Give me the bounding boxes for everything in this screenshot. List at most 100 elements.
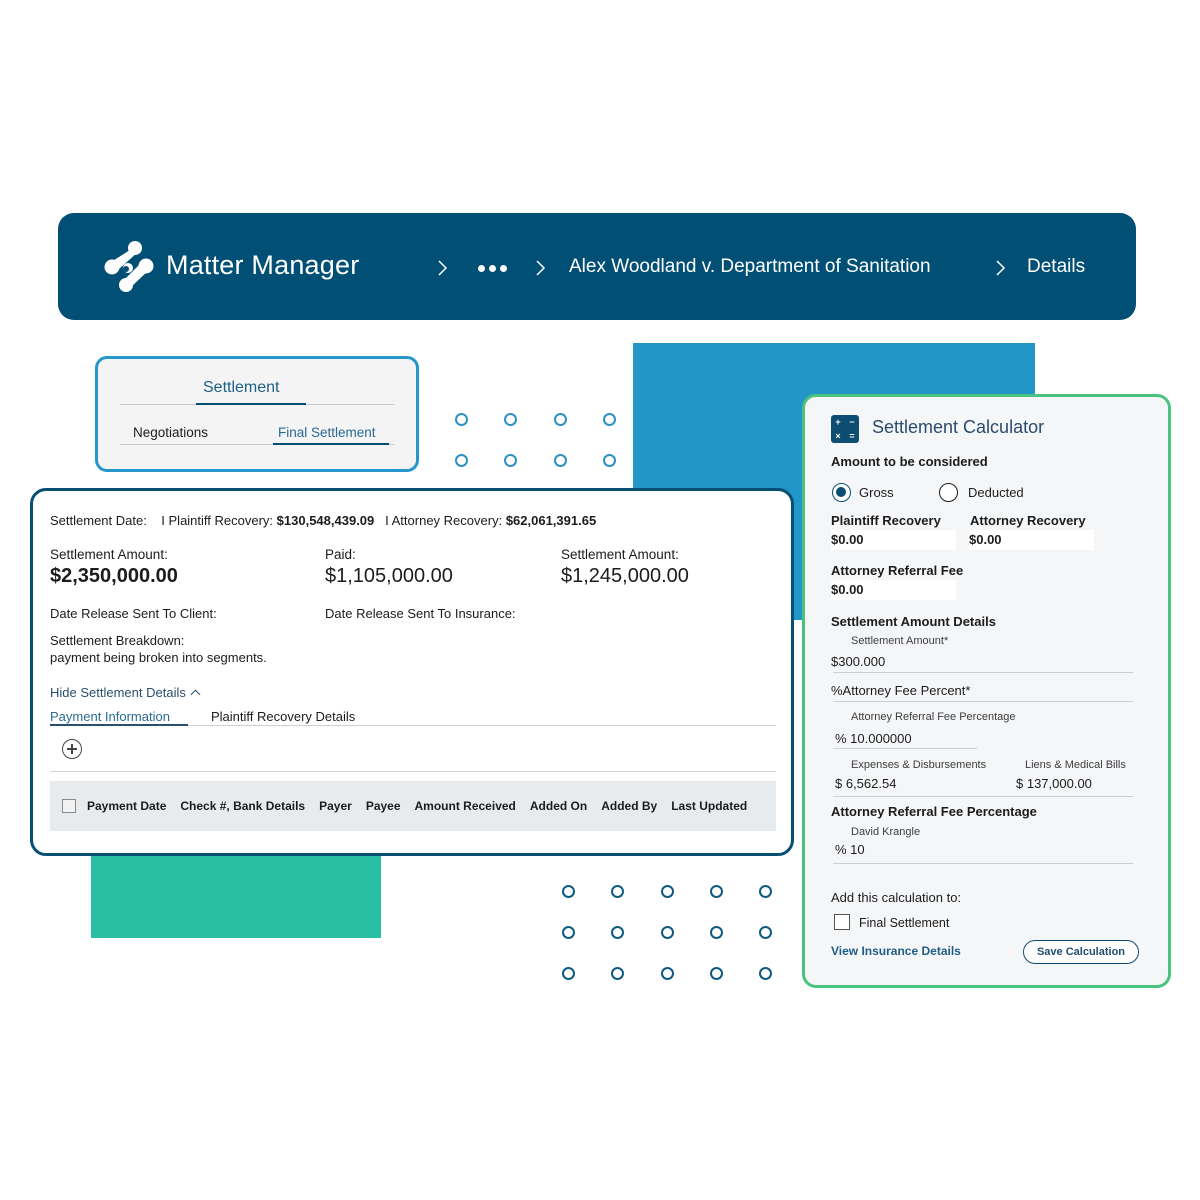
- column-header[interactable]: Payer: [319, 799, 352, 813]
- breakdown-label: Settlement Breakdown:: [50, 633, 185, 648]
- add-calculation-label: Add this calculation to:: [831, 890, 962, 905]
- divider: [50, 771, 776, 772]
- attorney-recovery-value: $62,061,391.65: [505, 513, 597, 528]
- column-header[interactable]: Payee: [366, 799, 401, 813]
- expenses-input[interactable]: $ 6,562.54: [835, 776, 896, 791]
- referral-person-input[interactable]: % 10: [835, 842, 865, 857]
- tab-final-settlement[interactable]: Final Settlement: [278, 425, 376, 440]
- decorative-dot: [554, 413, 567, 426]
- attorney-recovery-label: Attorney Recovery: [970, 513, 1086, 528]
- decorative-dot: [455, 454, 468, 467]
- decorative-dot: [661, 967, 674, 980]
- decorative-dot: [562, 885, 575, 898]
- remaining-settlement-value: $1,245,000.00: [561, 565, 689, 587]
- settlement-tabs-card: Settlement Negotiations Final Settlement: [95, 356, 419, 472]
- matter-manager-logo-icon: [104, 241, 154, 292]
- save-calculation-button[interactable]: Save Calculation: [1023, 940, 1139, 964]
- settlement-amount-label: Settlement Amount:: [50, 547, 168, 562]
- column-header[interactable]: Check #, Bank Details: [180, 799, 305, 813]
- divider: [833, 748, 977, 749]
- ellipsis-dot-icon: [478, 265, 485, 272]
- decorative-dot: [661, 885, 674, 898]
- active-tab-indicator: [273, 443, 389, 445]
- column-header[interactable]: Payment Date: [87, 799, 166, 813]
- paid-value: $1,105,000.00: [325, 565, 453, 587]
- decorative-dot: [504, 454, 517, 467]
- plaintiff-recovery-value: $130,548,439.09: [276, 513, 375, 528]
- referral-pct-field-label: Attorney Referral Fee Percentage: [851, 711, 1016, 723]
- decorative-dot: [603, 454, 616, 467]
- settlement-amount-input[interactable]: $300.000: [831, 654, 885, 669]
- decorative-dot: [759, 967, 772, 980]
- decorative-dot: [603, 413, 616, 426]
- active-tab-indicator: [50, 724, 188, 726]
- breakdown-value: payment being broken into segments.: [50, 650, 267, 665]
- ellipsis-dot-icon: [489, 265, 496, 272]
- settlement-amount-field-label: Settlement Amount*: [851, 635, 949, 647]
- liens-input[interactable]: $ 137,000.00: [1016, 776, 1092, 791]
- liens-label: Liens & Medical Bills: [1025, 759, 1126, 771]
- tab-settlement[interactable]: Settlement: [203, 379, 279, 397]
- referral-heading: Attorney Referral Fee Percentage: [831, 804, 1037, 819]
- referral-pct-input[interactable]: % 10.000000: [835, 731, 912, 746]
- decorative-dot: [611, 885, 624, 898]
- app-title: Matter Manager: [166, 250, 360, 280]
- attorney-fee-percent-input[interactable]: %Attorney Fee Percent*: [831, 683, 970, 698]
- decorative-dot: [554, 454, 567, 467]
- divider: [833, 863, 1133, 864]
- plaintiff-recovery-label: I Plaintiff Recovery:: [161, 513, 274, 528]
- decorative-dot: [455, 413, 468, 426]
- calculator-title: Settlement Calculator: [872, 417, 1045, 437]
- breadcrumb-details[interactable]: Details: [1027, 256, 1085, 278]
- final-settlement-checkbox[interactable]: [834, 914, 850, 930]
- column-header[interactable]: Added On: [530, 799, 587, 813]
- chevron-right-icon: [996, 260, 1006, 276]
- tab-plaintiff-recovery-details[interactable]: Plaintiff Recovery Details: [211, 709, 355, 724]
- hide-details-label: Hide Settlement Details: [50, 685, 186, 700]
- paid-label: Paid:: [325, 547, 356, 562]
- view-insurance-details-link[interactable]: View Insurance Details: [831, 944, 961, 958]
- radio-gross[interactable]: [832, 483, 851, 502]
- final-settlement-checkbox-label: Final Settlement: [859, 916, 950, 930]
- decorative-dot: [504, 413, 517, 426]
- chevron-up-icon: [190, 689, 201, 700]
- add-payment-button[interactable]: [62, 739, 82, 759]
- active-tab-indicator: [196, 403, 306, 405]
- column-header[interactable]: Amount Received: [415, 799, 516, 813]
- plaintiff-recovery-input[interactable]: $0.00: [831, 530, 956, 550]
- breadcrumb-more-button[interactable]: [478, 265, 507, 272]
- decorative-dot: [710, 967, 723, 980]
- breadcrumb-matter[interactable]: Alex Woodland v. Department of Sanitatio…: [569, 256, 931, 278]
- divider: [833, 672, 1133, 673]
- settlement-details-card: Settlement Date: I Plaintiff Recovery: $…: [30, 488, 794, 856]
- radio-gross-label: Gross: [859, 485, 894, 500]
- referral-fee-label: Attorney Referral Fee: [831, 563, 964, 578]
- decorative-dot: [611, 926, 624, 939]
- decorative-dot: [611, 967, 624, 980]
- hide-settlement-details-link[interactable]: Hide Settlement Details: [50, 685, 201, 700]
- column-header[interactable]: Last Updated: [671, 799, 747, 813]
- plaintiff-recovery-label: Plaintiff Recovery: [831, 513, 941, 528]
- decorative-dot: [759, 926, 772, 939]
- attorney-recovery-label: I Attorney Recovery:: [385, 513, 503, 528]
- amount-considered-label: Amount to be considered: [831, 454, 988, 469]
- tab-payment-information[interactable]: Payment Information: [50, 709, 170, 724]
- plus-glyph: +: [832, 416, 844, 428]
- divider: [833, 701, 1133, 702]
- chevron-right-icon: [536, 260, 546, 276]
- settlement-amount-value: $2,350,000.00: [50, 565, 178, 587]
- attorney-recovery-input[interactable]: $0.00: [969, 530, 1094, 550]
- tab-negotiations[interactable]: Negotiations: [133, 425, 208, 440]
- divider: [833, 796, 1133, 797]
- decorative-dot: [710, 926, 723, 939]
- radio-deducted[interactable]: [939, 483, 958, 502]
- referral-fee-input[interactable]: $0.00: [831, 580, 956, 600]
- remaining-settlement-label: Settlement Amount:: [561, 547, 679, 562]
- column-header[interactable]: Added By: [601, 799, 657, 813]
- select-all-checkbox[interactable]: [62, 799, 76, 813]
- settlement-summary: Settlement Date: I Plaintiff Recovery: $…: [50, 513, 596, 528]
- settlement-date-label: Settlement Date:: [50, 513, 147, 528]
- decorative-dot: [710, 885, 723, 898]
- settlement-calculator-card: + − × = Settlement Calculator Amount to …: [802, 394, 1171, 988]
- equals-glyph: =: [846, 430, 858, 442]
